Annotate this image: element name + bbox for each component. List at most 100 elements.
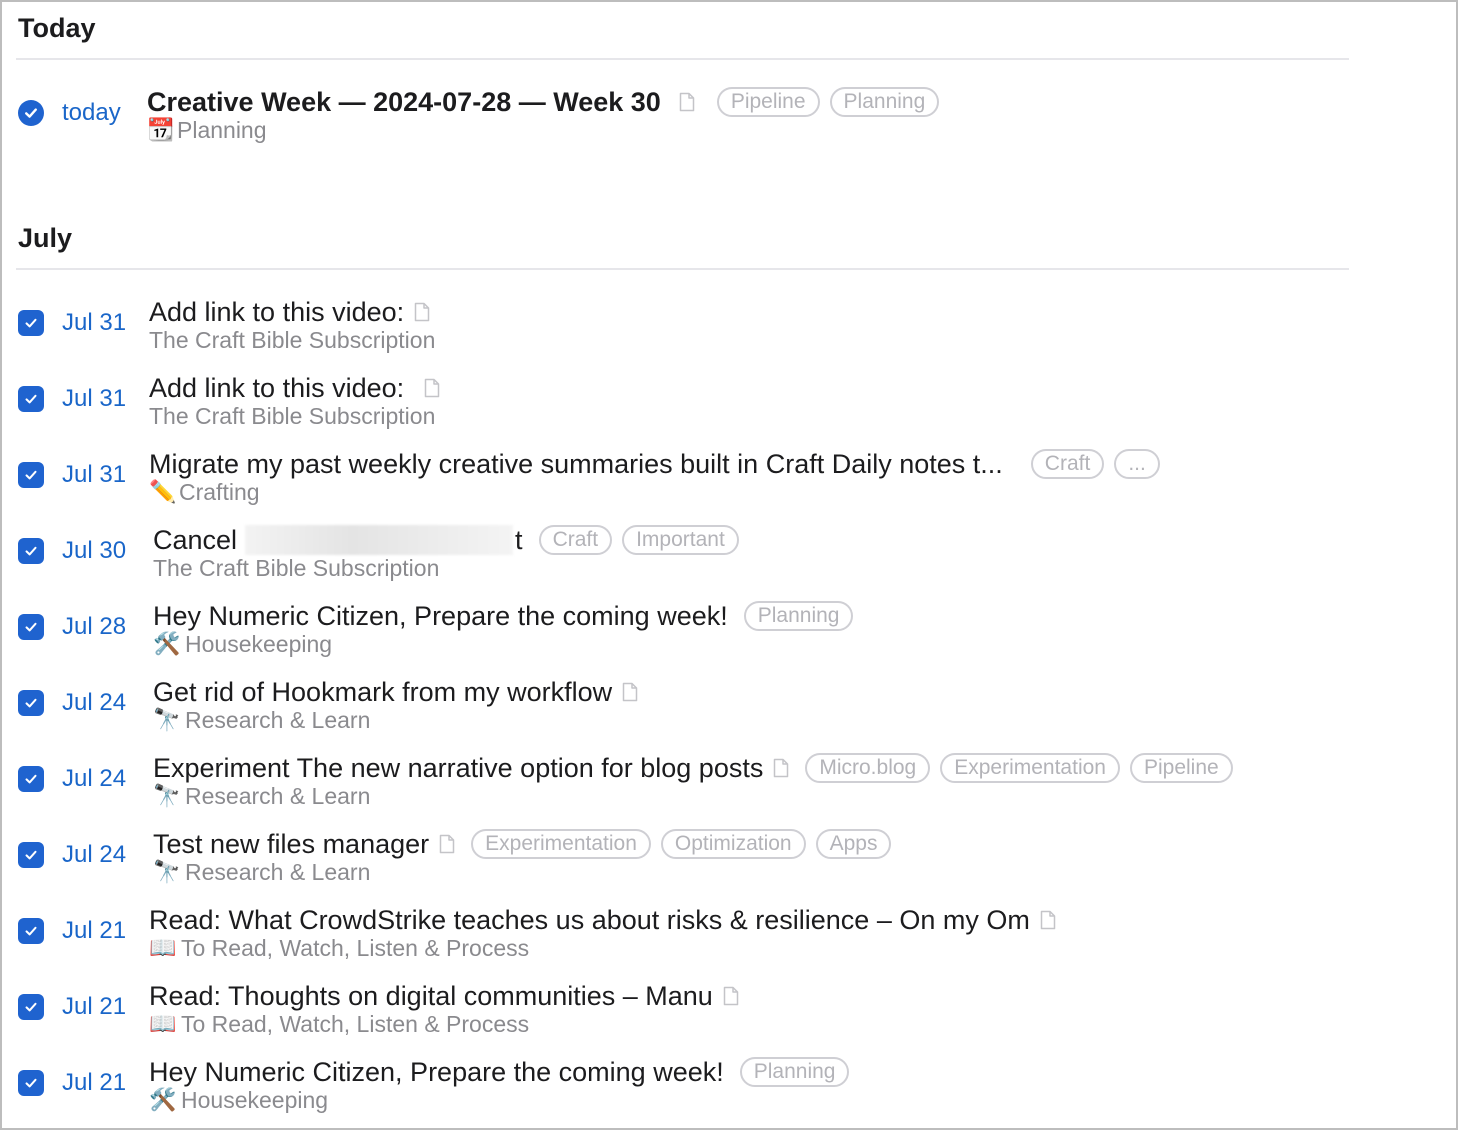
telescope-icon: 🔭 bbox=[153, 859, 181, 884]
task-title[interactable]: Migrate my past weekly creative summarie… bbox=[149, 448, 1003, 480]
task-row[interactable]: Jul 21 Hey Numeric Citizen, Prepare the … bbox=[16, 1056, 1416, 1126]
task-content[interactable]: Read: Thoughts on digital communities – … bbox=[149, 980, 739, 1038]
tag-craft[interactable]: Craft bbox=[1030, 449, 1105, 479]
completed-checkbox[interactable] bbox=[18, 842, 44, 868]
completed-checkbox[interactable] bbox=[18, 310, 44, 336]
tag-pipeline[interactable]: Pipeline bbox=[716, 87, 820, 117]
task-content[interactable]: Creative Week — 2024-07-28 — Week 30 Pip… bbox=[147, 86, 940, 144]
task-title[interactable]: Cancel bbox=[153, 524, 237, 556]
task-project[interactable]: ✏️ Crafting bbox=[149, 478, 1160, 506]
task-project[interactable]: 📖 To Read, Watch, Listen & Process bbox=[149, 1010, 739, 1038]
task-title[interactable]: Add link to this video: bbox=[149, 296, 404, 328]
document-icon[interactable] bbox=[622, 682, 638, 702]
completed-checkbox[interactable] bbox=[18, 994, 44, 1020]
tag-pipeline[interactable]: Pipeline bbox=[1129, 753, 1233, 783]
task-date[interactable]: Jul 31 bbox=[62, 385, 126, 413]
tag-experimentation[interactable]: Experimentation bbox=[940, 753, 1120, 783]
task-title[interactable]: Get rid of Hookmark from my workflow bbox=[153, 676, 612, 708]
task-title[interactable]: Hey Numeric Citizen, Prepare the coming … bbox=[149, 1056, 724, 1088]
task-project[interactable]: 🔭 Research & Learn bbox=[153, 782, 1233, 810]
task-title[interactable]: Hey Numeric Citizen, Prepare the coming … bbox=[153, 600, 728, 632]
task-content[interactable]: Test new files manager Experimentation O… bbox=[153, 828, 892, 886]
task-date[interactable]: Jul 24 bbox=[62, 689, 126, 717]
task-content[interactable]: Hey Numeric Citizen, Prepare the coming … bbox=[153, 600, 854, 658]
task-content[interactable]: Hey Numeric Citizen, Prepare the coming … bbox=[149, 1056, 850, 1114]
document-icon[interactable] bbox=[723, 986, 739, 1006]
task-date[interactable]: Jul 28 bbox=[62, 613, 126, 641]
task-project[interactable]: The Craft Bible Subscription bbox=[149, 402, 440, 430]
completed-checkbox[interactable] bbox=[18, 918, 44, 944]
completed-checkbox[interactable] bbox=[18, 690, 44, 716]
task-content[interactable]: Experiment The new narrative option for … bbox=[153, 752, 1233, 810]
task-project[interactable]: 🛠️ Housekeeping bbox=[153, 630, 853, 658]
tag-more[interactable]: ... bbox=[1114, 449, 1160, 479]
task-row[interactable]: Jul 24 Test new files manager Experiment… bbox=[16, 828, 1416, 898]
task-date[interactable]: today bbox=[62, 99, 121, 127]
task-content[interactable]: Migrate my past weekly creative summarie… bbox=[149, 448, 1160, 506]
tag-optimization[interactable]: Optimization bbox=[660, 829, 806, 859]
completed-checkbox[interactable] bbox=[18, 386, 44, 412]
task-title[interactable]: Creative Week — 2024-07-28 — Week 30 bbox=[147, 86, 661, 118]
task-project[interactable]: 🔭 Research & Learn bbox=[153, 858, 891, 886]
tag-experimentation[interactable]: Experimentation bbox=[471, 829, 651, 859]
document-icon[interactable] bbox=[414, 302, 430, 322]
tag-planning[interactable]: Planning bbox=[743, 601, 854, 631]
task-title-suffix: t bbox=[515, 524, 523, 555]
task-title[interactable]: Read: Thoughts on digital communities – … bbox=[149, 980, 713, 1012]
task-title[interactable]: Add link to this video: bbox=[149, 372, 412, 404]
tag-apps[interactable]: Apps bbox=[815, 829, 892, 859]
task-content[interactable]: Add link to this video: The Craft Bible … bbox=[149, 372, 440, 430]
task-row[interactable]: Jul 24 Experiment The new narrative opti… bbox=[16, 752, 1416, 822]
completed-checkbox[interactable] bbox=[18, 462, 44, 488]
tag-planning[interactable]: Planning bbox=[739, 1057, 850, 1087]
task-project[interactable]: 🔭 Research & Learn bbox=[153, 706, 638, 734]
task-row[interactable]: Jul 21 Read: Thoughts on digital communi… bbox=[16, 980, 1416, 1050]
task-row[interactable]: Jul 30 Cancel t Craft Important The Craf… bbox=[16, 524, 1416, 594]
tag-craft[interactable]: Craft bbox=[538, 525, 613, 555]
task-row-today[interactable]: today Creative Week — 2024-07-28 — Week … bbox=[16, 86, 1416, 156]
task-project[interactable]: The Craft Bible Subscription bbox=[153, 554, 739, 582]
task-content[interactable]: Cancel t Craft Important The Craft Bible… bbox=[153, 524, 739, 582]
task-date[interactable]: Jul 24 bbox=[62, 841, 126, 869]
task-date[interactable]: Jul 21 bbox=[62, 917, 126, 945]
task-row[interactable]: Jul 31 Migrate my past weekly creative s… bbox=[16, 448, 1416, 518]
tag-important[interactable]: Important bbox=[622, 525, 739, 555]
task-date[interactable]: Jul 31 bbox=[62, 461, 126, 489]
task-date[interactable]: Jul 31 bbox=[62, 309, 126, 337]
task-row[interactable]: Jul 31 Add link to this video: The Craft… bbox=[16, 372, 1416, 442]
task-date[interactable]: Jul 30 bbox=[62, 537, 126, 565]
task-date[interactable]: Jul 24 bbox=[62, 765, 126, 793]
document-icon[interactable] bbox=[773, 758, 789, 778]
document-icon[interactable] bbox=[679, 92, 695, 112]
task-row[interactable]: Jul 28 Hey Numeric Citizen, Prepare the … bbox=[16, 600, 1416, 670]
task-project[interactable]: 📖 To Read, Watch, Listen & Process bbox=[149, 934, 1056, 962]
task-content[interactable]: Get rid of Hookmark from my workflow 🔭 R… bbox=[153, 676, 638, 734]
task-title[interactable]: Test new files manager bbox=[153, 828, 429, 860]
task-row[interactable]: Jul 21 Read: What CrowdStrike teaches us… bbox=[16, 904, 1416, 974]
task-date[interactable]: Jul 21 bbox=[62, 1069, 126, 1097]
task-content[interactable]: Add link to this video: The Craft Bible … bbox=[149, 296, 435, 354]
completed-checkbox[interactable] bbox=[18, 1070, 44, 1096]
completed-checkbox[interactable] bbox=[18, 100, 44, 126]
task-row[interactable]: Jul 31 Add link to this video: The Craft… bbox=[16, 296, 1416, 366]
task-date[interactable]: Jul 21 bbox=[62, 993, 126, 1021]
telescope-icon: 🔭 bbox=[153, 707, 181, 732]
task-title[interactable]: Experiment The new narrative option for … bbox=[153, 752, 763, 784]
document-icon[interactable] bbox=[424, 378, 440, 398]
completed-checkbox[interactable] bbox=[18, 766, 44, 792]
project-name: Research & Learn bbox=[185, 707, 371, 733]
completed-checkbox[interactable] bbox=[18, 614, 44, 640]
task-row[interactable]: Jul 24 Get rid of Hookmark from my workf… bbox=[16, 676, 1416, 746]
completed-tasks-window: Today today Creative Week — 2024-07-28 —… bbox=[0, 0, 1458, 1130]
hammer-wrench-icon: 🛠️ bbox=[149, 1087, 177, 1112]
document-icon[interactable] bbox=[1040, 910, 1056, 930]
task-project[interactable]: 📆 Planning bbox=[147, 116, 939, 144]
tag-planning[interactable]: Planning bbox=[829, 87, 940, 117]
tag-micro-blog[interactable]: Micro.blog bbox=[805, 753, 931, 783]
document-icon[interactable] bbox=[439, 834, 455, 854]
task-project[interactable]: The Craft Bible Subscription bbox=[149, 326, 435, 354]
completed-checkbox[interactable] bbox=[18, 538, 44, 564]
task-title[interactable]: Read: What CrowdStrike teaches us about … bbox=[149, 904, 1030, 936]
task-project[interactable]: 🛠️ Housekeeping bbox=[149, 1086, 849, 1114]
task-content[interactable]: Read: What CrowdStrike teaches us about … bbox=[149, 904, 1056, 962]
